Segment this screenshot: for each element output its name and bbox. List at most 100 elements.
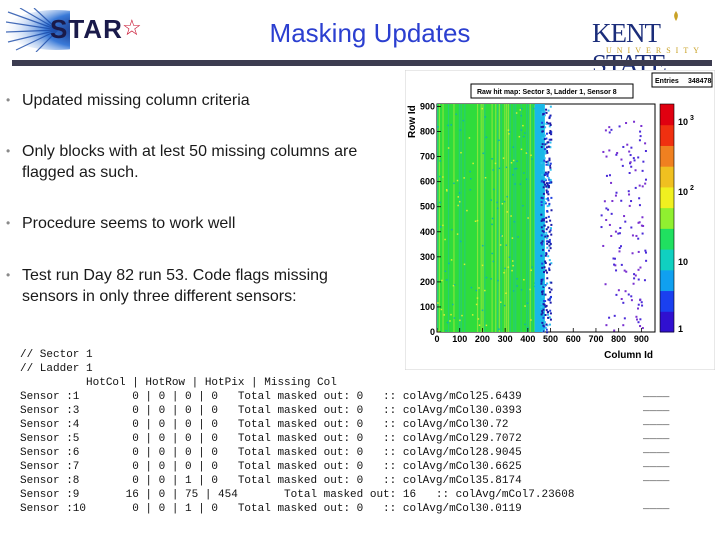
color-scale-segment [660, 311, 674, 333]
heat-cell [605, 174, 608, 177]
heat-cell [640, 124, 643, 127]
heat-cell [442, 176, 444, 178]
heat-cell [613, 314, 616, 317]
heat-cell [459, 129, 462, 131]
heat-cell [620, 199, 623, 202]
heat-cell [545, 220, 548, 223]
heat-cell [544, 134, 547, 137]
heat-cell [444, 270, 447, 273]
heat-cell [615, 191, 618, 194]
heat-cell [512, 146, 514, 148]
heat-cell [541, 290, 544, 293]
heat-cell [546, 242, 549, 245]
heat-cell [545, 216, 548, 219]
heat-cell [540, 204, 543, 207]
heat-cell [548, 181, 551, 184]
heat-cell [545, 328, 548, 331]
heat-cell [445, 188, 448, 191]
console-line: Sensor :5 0 | 0 | 0 | 0 Total masked out… [20, 433, 522, 445]
heat-cell [477, 318, 480, 320]
heat-cell [549, 162, 552, 165]
heat-cell [547, 313, 550, 316]
heat-cell [641, 232, 644, 235]
z-tick-label: 10 [678, 257, 688, 267]
heat-cell [518, 135, 521, 138]
heat-cell [545, 185, 548, 188]
heat-cell [549, 168, 552, 171]
heat-stripe [464, 104, 466, 332]
heat-cell [618, 250, 621, 253]
heat-cell [503, 200, 506, 203]
heat-cell [542, 219, 545, 222]
heat-cell [615, 293, 618, 296]
heat-cell [514, 168, 516, 170]
heat-cell [622, 145, 625, 148]
heat-cell [608, 174, 611, 177]
heat-cell [499, 244, 502, 246]
heat-cell [630, 299, 633, 302]
dash-marker: ____ [643, 430, 670, 442]
heat-cell [637, 303, 640, 306]
heat-cell [629, 161, 632, 164]
heat-cell [530, 319, 532, 321]
heat-cell [542, 303, 545, 306]
heat-cell [481, 309, 484, 312]
heat-cell [614, 194, 617, 197]
heat-cell [605, 155, 608, 158]
heat-cell [639, 299, 642, 302]
heat-stripe [484, 104, 486, 332]
heat-cell [619, 245, 622, 248]
heat-cell [512, 260, 514, 262]
heat-cell [630, 200, 633, 203]
heat-stripe [531, 104, 533, 332]
color-scale-segment [660, 166, 674, 188]
dash-marker: ____ [643, 416, 670, 428]
heat-cell [447, 147, 450, 149]
heat-cell [446, 321, 449, 324]
heat-cell [505, 166, 508, 169]
heat-cell [512, 290, 515, 292]
heat-cell [439, 226, 442, 228]
header-divider [12, 60, 712, 66]
heat-cell [544, 269, 547, 272]
heat-cell [543, 148, 546, 151]
heat-cell [503, 304, 506, 307]
heat-cell [644, 249, 647, 252]
heat-cell [637, 268, 640, 271]
heat-cell [546, 235, 549, 238]
heat-cell [618, 247, 621, 250]
heat-cell [549, 219, 552, 222]
heat-cell [627, 293, 630, 296]
heat-cell [549, 105, 552, 108]
heat-cell [642, 160, 645, 163]
heat-cell [540, 278, 543, 281]
heat-cell [521, 108, 523, 110]
heat-cell [620, 297, 623, 300]
heat-cell [549, 242, 552, 245]
heat-cell [544, 150, 547, 153]
y-tick-label: 400 [420, 227, 435, 237]
heat-cell [548, 269, 551, 272]
heat-cell [541, 229, 544, 232]
heat-cell [500, 301, 502, 303]
heat-cell [643, 279, 646, 282]
heat-cell [543, 266, 546, 269]
heat-cell [639, 325, 642, 328]
heat-cell [547, 316, 550, 319]
heat-cell [546, 151, 549, 154]
y-tick-label: 100 [420, 302, 435, 312]
heat-cell [547, 255, 550, 258]
x-axis-label: Column Id [604, 350, 653, 361]
console-line: Sensor :3 0 | 0 | 0 | 0 Total masked out… [20, 405, 522, 417]
heat-cell [542, 121, 545, 124]
heat-cell [542, 192, 545, 195]
console-line: Sensor :1 0 | 0 | 0 | 0 Total masked out… [20, 391, 522, 403]
heat-cell [468, 137, 471, 139]
heat-cell [450, 124, 452, 126]
heat-cell [540, 234, 543, 237]
y-tick-label: 700 [420, 152, 435, 162]
heat-cell [504, 267, 507, 270]
x-tick-label: 400 [520, 334, 535, 344]
heat-cell [506, 211, 508, 213]
heat-cell [540, 284, 543, 287]
